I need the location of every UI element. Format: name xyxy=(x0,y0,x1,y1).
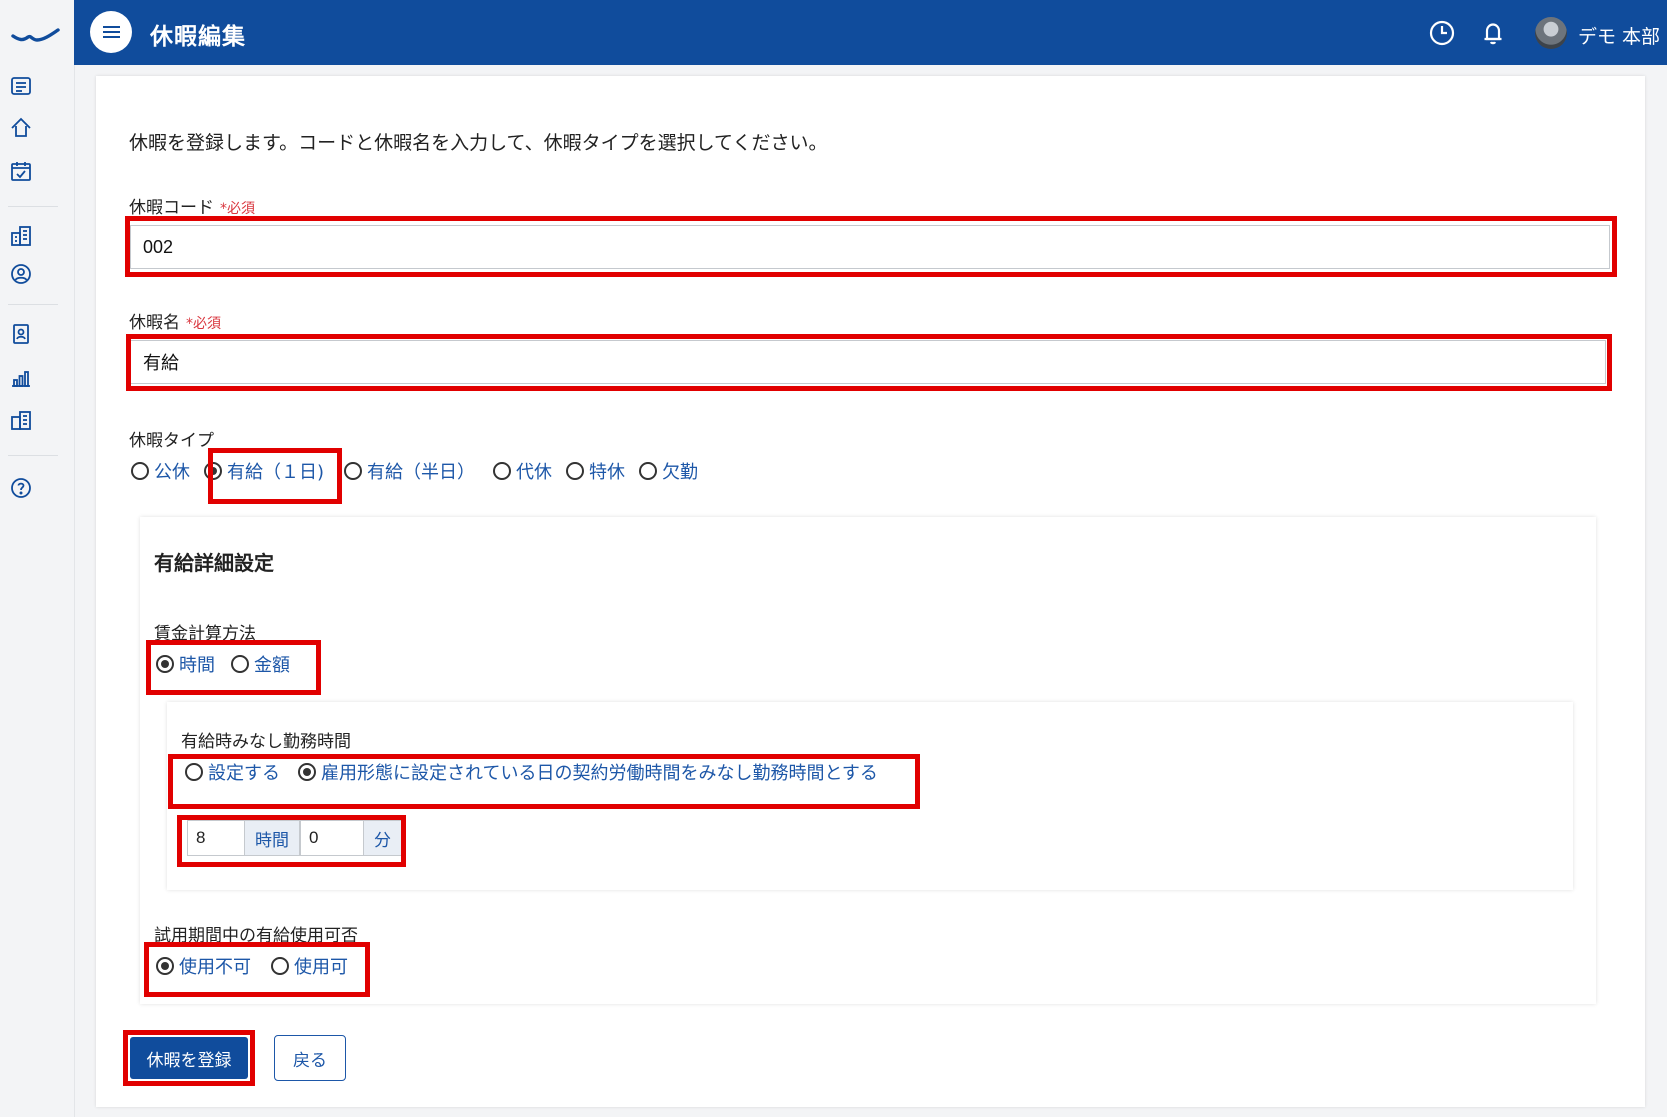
deemed-option-set[interactable]: 設定する xyxy=(185,759,280,785)
minutes-unit: 分 xyxy=(364,820,402,856)
required-mark: *必須 xyxy=(186,316,221,332)
sidebar-separator xyxy=(8,206,58,207)
code-label: 休暇コード *必須 xyxy=(129,198,255,218)
user-circle-icon[interactable] xyxy=(9,262,33,286)
wage-option-time[interactable]: 時間 xyxy=(156,651,215,677)
wage-option-amount[interactable]: 金額 xyxy=(231,651,290,677)
trial-usage-label: 試用期間中の有給使用可否 xyxy=(154,926,358,946)
app-logo[interactable] xyxy=(10,20,60,48)
hours-input[interactable]: 8 xyxy=(187,820,245,856)
minutes-input[interactable]: 0 xyxy=(300,820,364,856)
code-input[interactable]: 002 xyxy=(130,225,1610,269)
wage-method-label: 賃金計算方法 xyxy=(154,624,256,644)
required-mark: *必須 xyxy=(220,201,255,217)
calendar-check-icon[interactable] xyxy=(9,159,33,183)
user-name[interactable]: デモ 本部 xyxy=(1578,22,1660,49)
paid-leave-detail-panel: 有給詳細設定 賃金計算方法 時間 金額 有給時みなし勤務時間 設定する 雇用形態… xyxy=(140,517,1596,1004)
menu-button[interactable] xyxy=(90,11,132,53)
building-icon[interactable] xyxy=(9,224,33,248)
hours-unit: 時間 xyxy=(245,820,300,856)
register-leave-button[interactable]: 休暇を登録 xyxy=(130,1037,248,1079)
deemed-time-input-group: 8 時間 0 分 xyxy=(187,820,402,856)
id-badge-icon[interactable] xyxy=(9,322,33,346)
type-option-tokkyu[interactable]: 特休 xyxy=(566,458,625,484)
back-button[interactable]: 戻る xyxy=(274,1035,346,1081)
type-radio-group: 公休 有給（１日) 有給（半日） 代休 特休 欠勤 xyxy=(131,458,714,484)
deemed-hours-radio-group: 設定する 雇用形態に設定されている日の契約労働時間をみなし勤務時間とする xyxy=(185,759,894,785)
main-card: 休暇を登録します。コードと休暇名を入力して、休暇タイプを選択してください。 休暇… xyxy=(96,76,1645,1107)
intro-text: 休暇を登録します。コードと休暇名を入力して、休暇タイプを選択してください。 xyxy=(129,132,828,154)
deemed-option-contract-hours[interactable]: 雇用形態に設定されている日の契約労働時間をみなし勤務時間とする xyxy=(298,759,878,785)
name-input[interactable]: 有給 xyxy=(130,340,1606,384)
panel-title: 有給詳細設定 xyxy=(154,551,274,575)
sidebar-separator xyxy=(8,304,58,305)
trial-option-not-allowed[interactable]: 使用不可 xyxy=(156,953,251,979)
sidebar xyxy=(0,0,75,1117)
deemed-hours-panel: 有給時みなし勤務時間 設定する 雇用形態に設定されている日の契約労働時間をみなし… xyxy=(167,702,1573,890)
wage-method-radio-group: 時間 金額 xyxy=(156,651,306,677)
deemed-hours-label: 有給時みなし勤務時間 xyxy=(181,732,351,752)
type-option-yukyu-full[interactable]: 有給（１日) xyxy=(204,458,324,484)
type-option-kekkin[interactable]: 欠勤 xyxy=(639,458,698,484)
page-title: 休暇編集 xyxy=(150,24,246,50)
office-icon[interactable] xyxy=(9,408,33,432)
avatar[interactable] xyxy=(1535,17,1567,49)
name-label: 休暇名 *必須 xyxy=(129,313,221,333)
home-icon[interactable] xyxy=(9,116,33,140)
list-icon[interactable] xyxy=(9,74,33,98)
sidebar-separator xyxy=(8,455,58,456)
type-option-daikyu[interactable]: 代休 xyxy=(493,458,552,484)
type-option-koukyu[interactable]: 公休 xyxy=(131,458,190,484)
type-label: 休暇タイプ xyxy=(129,431,214,451)
help-icon[interactable] xyxy=(9,476,33,500)
type-option-yukyu-half[interactable]: 有給（半日） xyxy=(344,458,475,484)
bar-chart-icon[interactable] xyxy=(9,366,33,390)
clock-icon[interactable] xyxy=(1428,19,1456,47)
trial-usage-radio-group: 使用不可 使用可 xyxy=(156,953,364,979)
app-header: 休暇編集 デモ 本部 xyxy=(74,0,1667,65)
trial-option-allowed[interactable]: 使用可 xyxy=(271,953,348,979)
bell-icon[interactable] xyxy=(1479,19,1507,47)
